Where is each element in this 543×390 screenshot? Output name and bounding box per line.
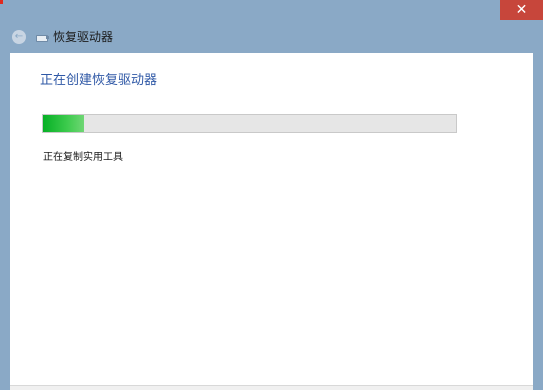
recovery-drive-window: ✕ ← 恢复驱动器 正在创建恢复驱动器 正在复制实用工具	[0, 0, 543, 390]
status-text: 正在复制实用工具	[43, 152, 123, 163]
progress-bar	[42, 114, 457, 133]
header-bar: ← 恢复驱动器	[0, 20, 543, 53]
progress-bar-fill	[43, 115, 85, 132]
back-button[interactable]: ←	[12, 29, 26, 44]
usb-drive-icon	[36, 33, 49, 42]
window-title: 恢复驱动器	[53, 30, 114, 44]
back-arrow-icon: ←	[14, 30, 24, 42]
content-panel: 正在创建恢复驱动器 正在复制实用工具	[10, 53, 533, 390]
window-corner-marker	[0, 0, 3, 4]
page-title: 正在创建恢复驱动器	[40, 73, 158, 88]
footer-strip	[10, 385, 533, 390]
close-icon: ✕	[515, 2, 528, 18]
close-button[interactable]: ✕	[500, 0, 543, 20]
